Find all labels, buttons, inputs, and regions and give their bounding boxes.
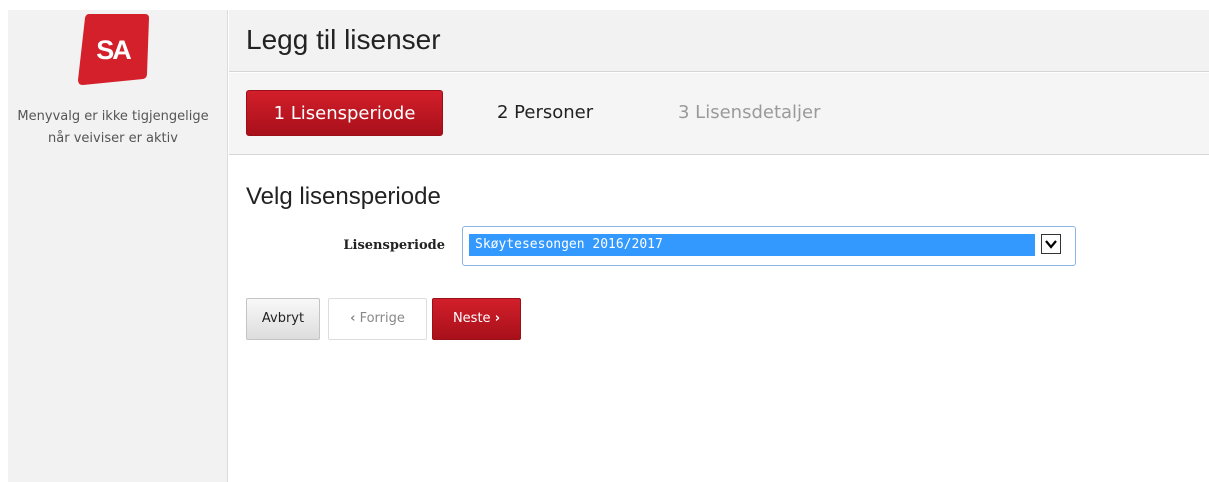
cancel-label: Avbryt	[261, 311, 305, 326]
step-lisensperiode[interactable]: 1 Lisensperiode	[246, 90, 443, 136]
page-header: Legg til lisenser	[229, 10, 1209, 72]
page-title: Legg til lisenser	[246, 24, 441, 55]
next-button[interactable]: Neste ›	[432, 298, 521, 340]
chevron-left-icon: ‹	[350, 311, 356, 326]
wizard-steps: 1 Lisensperiode 2 Personer 3 Lisensdetal…	[229, 73, 1209, 155]
cancel-button[interactable]: Avbryt	[246, 298, 320, 340]
logo-text: SA	[96, 35, 131, 65]
select-value: Skøytesesongen 2016/2017	[469, 234, 1035, 256]
step-personer[interactable]: 2 Personer	[497, 90, 593, 136]
sa-logo[interactable]: SA	[75, 12, 151, 86]
sidebar: SA Menyvalg er ikke tigjengelige når vei…	[8, 10, 228, 482]
previous-button[interactable]: ‹ Forrige	[328, 298, 427, 340]
logo-shape: SA	[78, 14, 149, 85]
lisensperiode-select[interactable]: Skøytesesongen 2016/2017	[462, 226, 1076, 266]
next-label: Neste	[452, 311, 491, 326]
sidebar-note: Menyvalg er ikke tigjengelige når veivis…	[17, 109, 209, 146]
previous-label: Forrige	[359, 311, 405, 326]
lisensperiode-label: Lisensperiode	[343, 238, 445, 253]
step-lisensdetaljer: 3 Lisensdetaljer	[678, 102, 821, 123]
chevron-down-icon[interactable]	[1041, 234, 1061, 254]
section-title: Velg lisensperiode	[246, 183, 441, 210]
chevron-right-icon: ›	[494, 311, 501, 326]
